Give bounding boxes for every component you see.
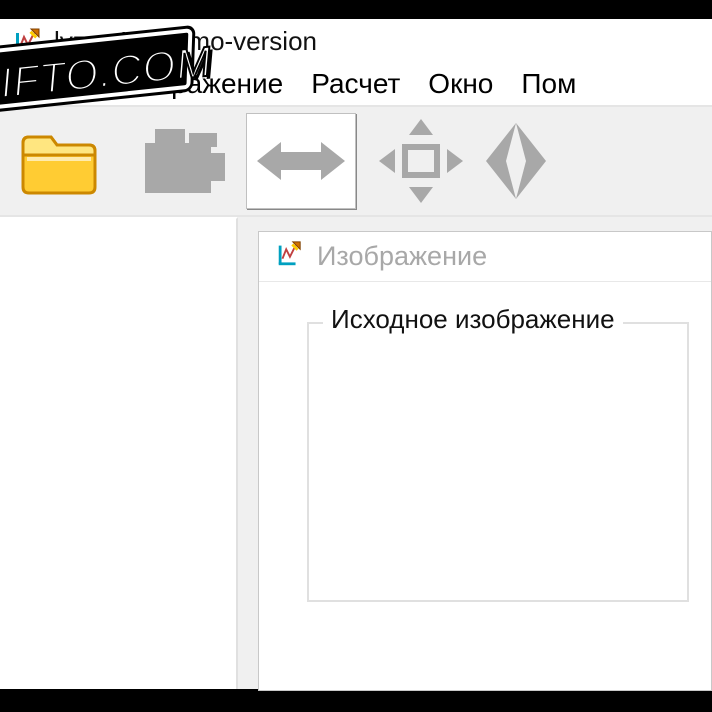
child-window-title: Изображение — [317, 241, 487, 272]
title-bar[interactable]: lyzer 1.5 demo-version — [0, 19, 712, 63]
toolbar-camera-button[interactable] — [126, 113, 236, 209]
diamond-icon — [486, 117, 546, 205]
main-area: Изображение Исходное изображение — [0, 217, 712, 689]
toolbar — [0, 105, 712, 217]
outer-container: XIFTO.COM lyzer 1.5 demo-version Файл Из… — [0, 0, 712, 712]
camera-icon — [135, 119, 227, 203]
child-window-body: Исходное изображение — [259, 282, 711, 612]
application-window: lyzer 1.5 demo-version Файл Изображение … — [0, 19, 712, 689]
menu-image[interactable]: Изображение — [107, 68, 283, 100]
window-title: lyzer 1.5 demo-version — [54, 26, 317, 57]
app-icon — [12, 27, 42, 62]
menu-file[interactable]: Файл — [10, 68, 79, 100]
fit-to-screen-icon — [375, 117, 467, 205]
toolbar-open-button[interactable] — [6, 113, 116, 209]
menu-help[interactable]: Пом — [521, 68, 576, 100]
toolbar-fit-button[interactable] — [366, 113, 476, 209]
app-icon — [275, 240, 303, 273]
menu-window[interactable]: Окно — [428, 68, 493, 100]
child-window-image[interactable]: Изображение Исходное изображение — [258, 231, 712, 691]
child-title-bar[interactable]: Изображение — [259, 232, 711, 282]
mdi-client-area: Изображение Исходное изображение — [238, 217, 712, 689]
toolbar-more-button[interactable] — [486, 113, 546, 209]
menu-calc[interactable]: Расчет — [311, 68, 400, 100]
toolbar-hflip-button[interactable] — [246, 113, 356, 209]
menu-bar: Файл Изображение Расчет Окно Пом — [0, 63, 712, 105]
source-image-groupbox: Исходное изображение — [307, 322, 689, 602]
folder-open-icon — [15, 121, 107, 201]
sidebar-panel[interactable] — [0, 217, 238, 689]
groupbox-label: Исходное изображение — [323, 304, 623, 335]
horizontal-arrows-icon — [253, 136, 349, 186]
